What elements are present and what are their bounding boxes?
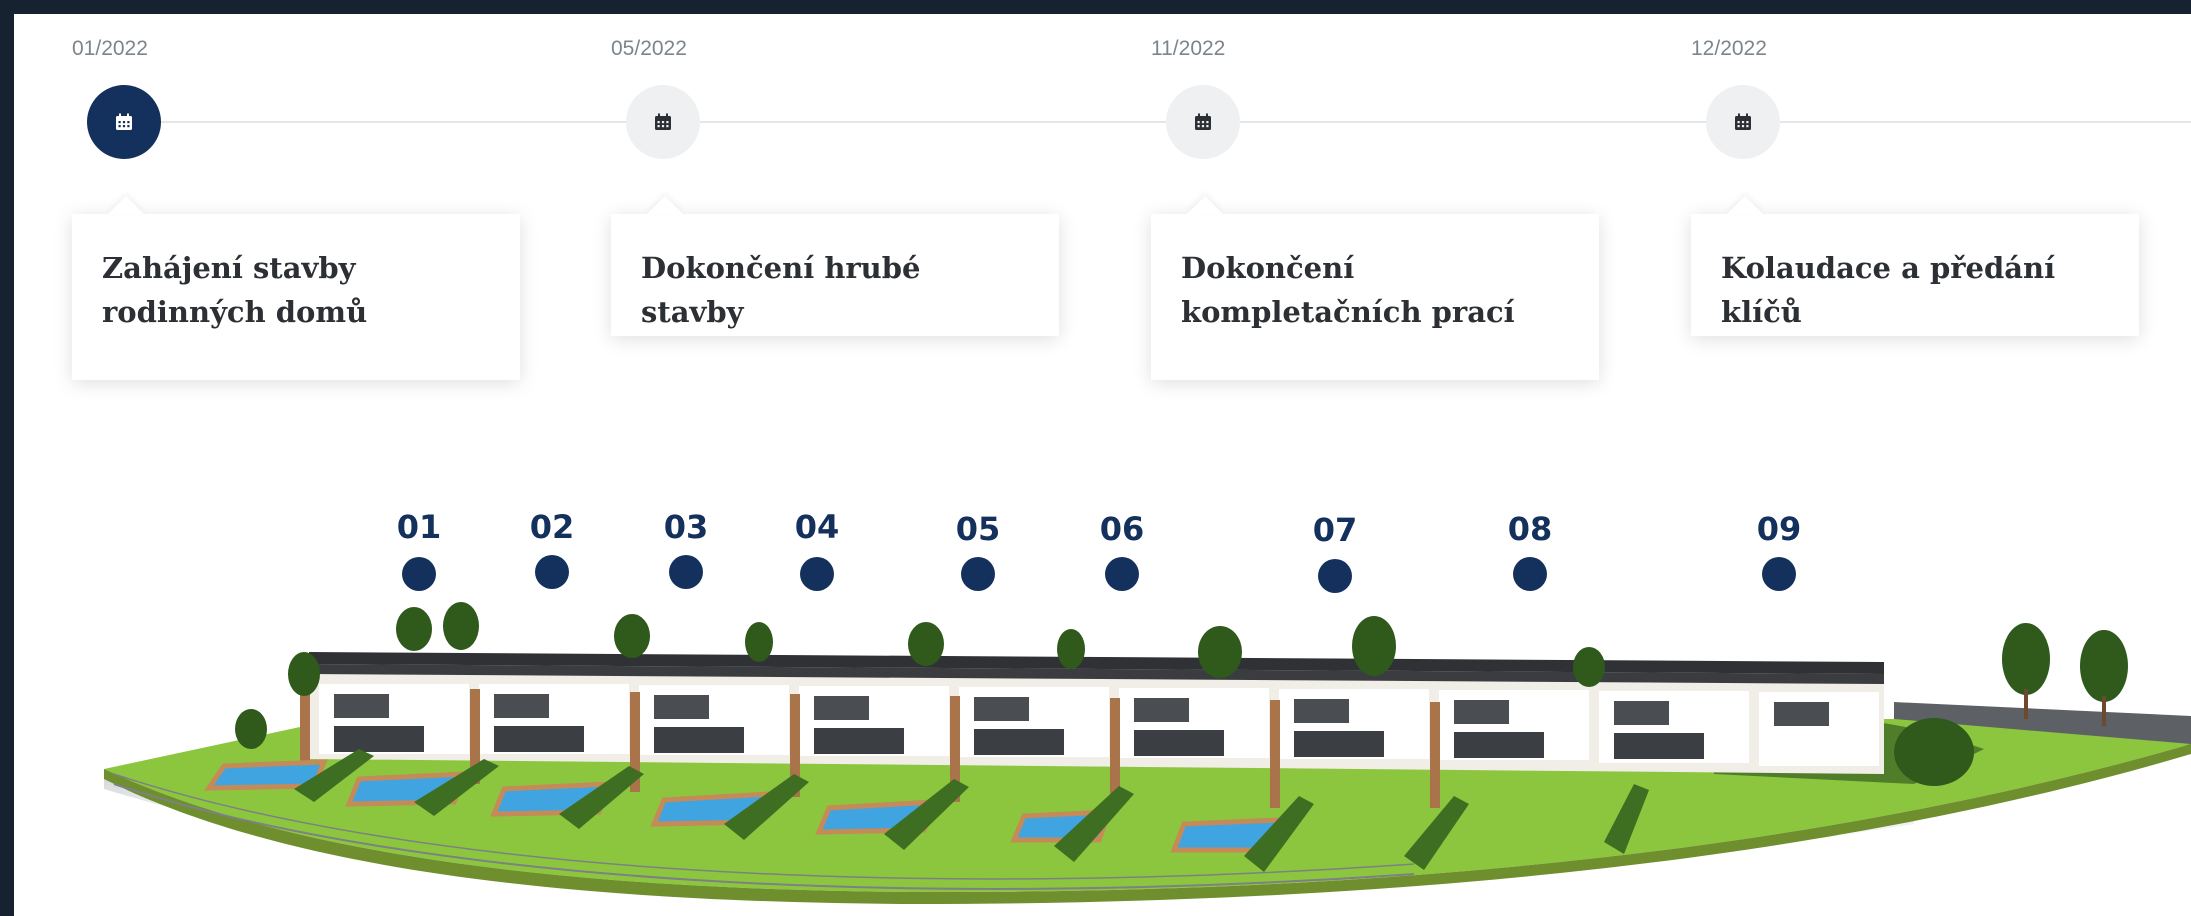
timeline-milestone-4: 12/2022 Kolaudace a předání klíčů bbox=[1691, 14, 2151, 394]
milestone-card: Dokončení hrubé stavby bbox=[611, 214, 1059, 336]
milestone-date: 05/2022 bbox=[611, 37, 687, 60]
milestone-date: 11/2022 bbox=[1151, 37, 1226, 60]
milestone-card: Dokončení kompletačních prací bbox=[1151, 214, 1599, 380]
house-label-05: 05 bbox=[955, 510, 1001, 548]
house-label-04: 04 bbox=[794, 508, 840, 546]
milestone-title: Zahájení stavby rodinných domů bbox=[102, 251, 368, 329]
calendar-icon bbox=[655, 113, 671, 130]
milestone-card: Zahájení stavby rodinných domů bbox=[72, 214, 520, 380]
milestone-date: 12/2022 bbox=[1691, 37, 1767, 60]
row-houses-illustration bbox=[104, 602, 2191, 904]
timeline-milestone-2: 05/2022 Dokončení hrubé stavby bbox=[611, 14, 1071, 394]
page: 01/2022 Zahájení stavby rodinných domů 0… bbox=[14, 14, 2191, 916]
milestone-node[interactable] bbox=[1166, 85, 1240, 159]
milestone-card: Kolaudace a předání klíčů bbox=[1691, 214, 2139, 336]
milestone-date: 01/2022 bbox=[72, 37, 148, 60]
calendar-icon bbox=[116, 113, 132, 130]
house-label-08: 08 bbox=[1507, 510, 1553, 548]
milestone-title: Dokončení hrubé stavby bbox=[641, 251, 921, 329]
house-label-03: 03 bbox=[663, 508, 709, 546]
house-label-07: 07 bbox=[1312, 511, 1358, 549]
calendar-icon bbox=[1735, 113, 1751, 130]
milestone-node[interactable] bbox=[626, 85, 700, 159]
house-label-09: 09 bbox=[1756, 510, 1802, 548]
calendar-icon bbox=[1195, 113, 1211, 130]
house-label-02: 02 bbox=[529, 508, 575, 546]
timeline-milestone-1: 01/2022 Zahájení stavby rodinných domů bbox=[72, 14, 532, 394]
milestone-title: Kolaudace a předání klíčů bbox=[1721, 251, 2056, 329]
house-label-01: 01 bbox=[396, 508, 442, 546]
house-label-06: 06 bbox=[1099, 510, 1145, 548]
timeline-milestone-3: 11/2022 Dokončení kompletačních prací bbox=[1151, 14, 1611, 394]
milestone-title: Dokončení kompletačních prací bbox=[1181, 251, 1515, 329]
milestone-node[interactable] bbox=[87, 85, 161, 159]
milestone-node[interactable] bbox=[1706, 85, 1780, 159]
